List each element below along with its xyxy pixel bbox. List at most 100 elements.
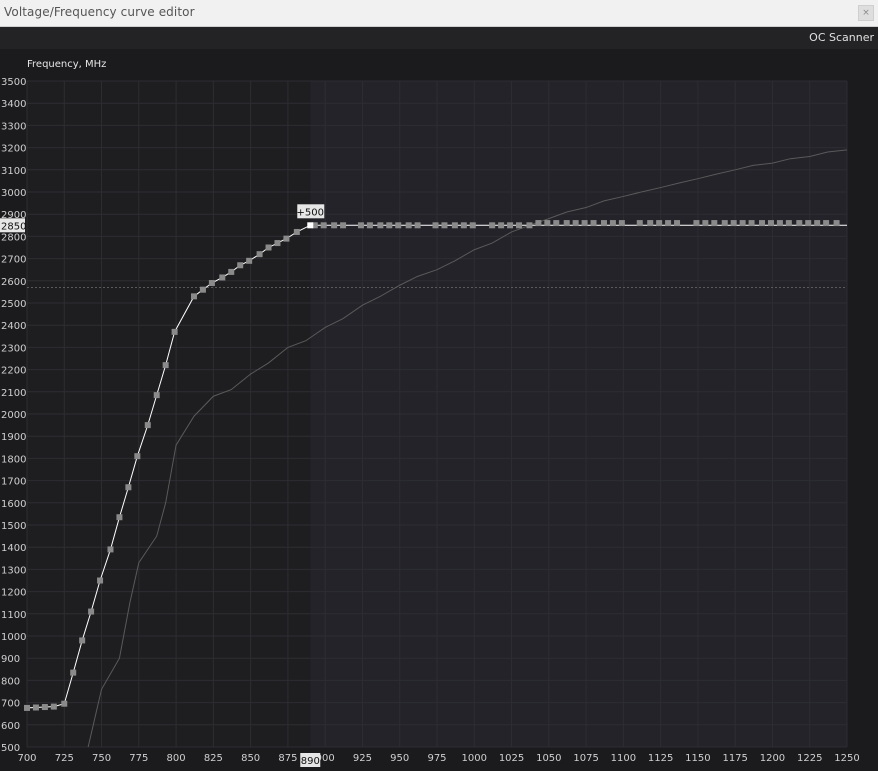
locked-point[interactable] bbox=[572, 220, 579, 227]
locked-point[interactable] bbox=[805, 220, 812, 227]
curve-point[interactable] bbox=[153, 392, 160, 399]
locked-point[interactable] bbox=[516, 222, 522, 229]
locked-point[interactable] bbox=[785, 220, 792, 227]
curve-point[interactable] bbox=[162, 362, 169, 369]
locked-point[interactable] bbox=[796, 220, 803, 227]
locked-point[interactable] bbox=[656, 220, 663, 227]
locked-point[interactable] bbox=[320, 222, 327, 229]
locked-point[interactable] bbox=[721, 220, 728, 227]
curve-point[interactable] bbox=[219, 274, 226, 281]
curve-point[interactable] bbox=[134, 453, 141, 460]
curve-point[interactable] bbox=[107, 546, 114, 553]
locked-point[interactable] bbox=[441, 222, 448, 229]
curve-point[interactable] bbox=[256, 251, 263, 258]
y-tick-label: 3000 bbox=[1, 188, 26, 199]
y-tick-label: 600 bbox=[1, 721, 20, 732]
y-tick-label: 2500 bbox=[1, 299, 26, 310]
locked-point[interactable] bbox=[535, 220, 542, 227]
curve-point[interactable] bbox=[61, 700, 68, 707]
y-tick-label: 800 bbox=[1, 676, 20, 687]
locked-point[interactable] bbox=[711, 220, 718, 227]
locked-point[interactable] bbox=[507, 222, 514, 229]
selected-frequency-label: 2850 bbox=[1, 221, 26, 232]
locked-point[interactable] bbox=[460, 222, 467, 229]
curve-point[interactable] bbox=[50, 703, 57, 710]
curve-point[interactable] bbox=[70, 669, 77, 676]
locked-point[interactable] bbox=[357, 222, 364, 229]
locked-point[interactable] bbox=[331, 222, 338, 229]
locked-point[interactable] bbox=[730, 220, 737, 227]
locked-point[interactable] bbox=[563, 220, 570, 227]
locked-point[interactable] bbox=[544, 220, 551, 227]
curve-point[interactable] bbox=[283, 235, 290, 242]
y-tick-label: 2400 bbox=[1, 321, 26, 332]
locked-point[interactable] bbox=[498, 222, 505, 229]
y-tick-label: 1800 bbox=[1, 454, 26, 465]
locked-point[interactable] bbox=[674, 220, 681, 227]
locked-point[interactable] bbox=[759, 220, 766, 227]
close-icon[interactable]: × bbox=[858, 5, 874, 21]
locked-point[interactable] bbox=[590, 220, 597, 227]
locked-point[interactable] bbox=[748, 220, 755, 227]
offset-label: +500 bbox=[297, 207, 324, 218]
curve-point[interactable] bbox=[190, 293, 197, 300]
oc-scanner-button[interactable]: OC Scanner bbox=[809, 31, 874, 44]
locked-point[interactable] bbox=[432, 222, 439, 229]
locked-point[interactable] bbox=[823, 220, 830, 227]
curve-point[interactable] bbox=[228, 268, 235, 275]
curve-point[interactable] bbox=[171, 328, 178, 335]
locked-point[interactable] bbox=[609, 220, 616, 227]
y-tick-label: 1300 bbox=[1, 565, 26, 576]
x-tick-label: 725 bbox=[55, 753, 74, 764]
curve-point[interactable] bbox=[41, 704, 48, 711]
locked-point[interactable] bbox=[451, 222, 458, 229]
curve-point[interactable] bbox=[116, 514, 123, 521]
locked-point[interactable] bbox=[386, 222, 393, 229]
locked-point[interactable] bbox=[526, 222, 533, 229]
locked-point[interactable] bbox=[833, 220, 840, 227]
y-tick-label: 1900 bbox=[1, 432, 26, 443]
locked-point[interactable] bbox=[636, 220, 643, 227]
locked-point[interactable] bbox=[340, 222, 347, 229]
x-tick-label: 1000 bbox=[462, 753, 487, 764]
curve-point[interactable] bbox=[265, 244, 272, 251]
locked-point[interactable] bbox=[600, 220, 607, 227]
locked-point[interactable] bbox=[776, 220, 783, 227]
locked-point[interactable] bbox=[553, 220, 560, 227]
locked-point[interactable] bbox=[693, 220, 700, 227]
curve-point[interactable] bbox=[32, 704, 39, 711]
curve-point[interactable] bbox=[274, 240, 281, 247]
locked-point[interactable] bbox=[469, 222, 476, 229]
locked-point[interactable] bbox=[395, 222, 402, 229]
toolbar: OC Scanner bbox=[0, 27, 878, 49]
locked-point[interactable] bbox=[414, 222, 421, 229]
locked-point[interactable] bbox=[405, 222, 412, 229]
locked-point[interactable] bbox=[665, 220, 672, 227]
selected-point[interactable] bbox=[307, 222, 314, 229]
locked-point[interactable] bbox=[366, 222, 373, 229]
curve-point[interactable] bbox=[208, 280, 215, 287]
locked-point[interactable] bbox=[702, 220, 709, 227]
curve-point[interactable] bbox=[24, 704, 30, 711]
curve-point[interactable] bbox=[237, 262, 244, 269]
vf-curve-chart[interactable]: Frequency, MHz50060070080090010001100120… bbox=[0, 49, 878, 771]
curve-point[interactable] bbox=[125, 484, 132, 491]
curve-point[interactable] bbox=[144, 422, 151, 429]
curve-point[interactable] bbox=[293, 228, 300, 235]
locked-point[interactable] bbox=[647, 220, 654, 227]
locked-point[interactable] bbox=[618, 220, 625, 227]
locked-point[interactable] bbox=[581, 220, 588, 227]
locked-point[interactable] bbox=[739, 220, 746, 227]
curve-point[interactable] bbox=[97, 577, 104, 584]
curve-point[interactable] bbox=[246, 257, 253, 264]
locked-point[interactable] bbox=[489, 222, 496, 229]
locked-point[interactable] bbox=[377, 222, 384, 229]
locked-point[interactable] bbox=[814, 220, 821, 227]
locked-point[interactable] bbox=[767, 220, 774, 227]
y-tick-label: 1000 bbox=[1, 632, 26, 643]
curve-point[interactable] bbox=[88, 608, 95, 615]
x-tick-label: 825 bbox=[204, 753, 223, 764]
y-tick-label: 2300 bbox=[1, 343, 26, 354]
curve-point[interactable] bbox=[79, 637, 86, 644]
curve-point[interactable] bbox=[199, 286, 206, 293]
